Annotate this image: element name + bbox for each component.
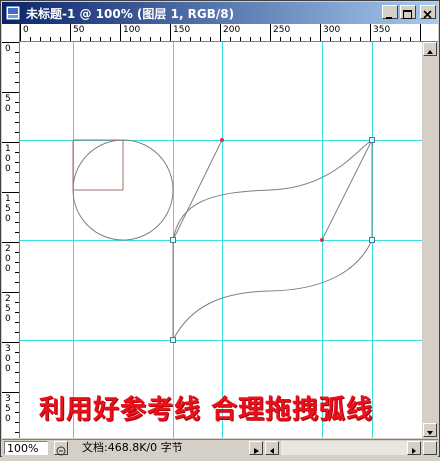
ruler-label: 1 0 0: [5, 144, 11, 174]
horizontal-ruler[interactable]: 0 50 100 150 200 250 300 350: [2, 24, 438, 42]
scroll-right-button[interactable]: [407, 441, 421, 455]
handle-point[interactable]: [320, 238, 324, 242]
minimize-button[interactable]: [382, 5, 398, 19]
ruler-label: 300: [323, 25, 341, 35]
zoom-options-icon: [56, 446, 66, 456]
canvas-artwork: [20, 42, 422, 438]
status-bar: 100% 文档:468.8K/0 字节: [2, 439, 438, 457]
vertical-scrollbar[interactable]: [422, 42, 438, 438]
document-window: 未标题-1 @ 100% (图层 1, RGB/8) 0 50 100 150 200 2…: [0, 0, 440, 457]
scroll-up-icon: [427, 50, 433, 54]
ruler-label: 3 5 0: [5, 394, 11, 424]
vertical-ruler[interactable]: 0 5 0 1 0 0 1 5 0 2 0 0 2 5 0 3 0 0 3 5 0: [2, 24, 20, 443]
handle-point[interactable]: [220, 138, 224, 142]
ruler-label: 50: [73, 25, 85, 35]
document-canvas[interactable]: [20, 42, 422, 438]
status-menu-button[interactable]: [249, 441, 263, 455]
ruler-label: 350: [373, 25, 391, 35]
play-arrow-icon: [254, 448, 259, 454]
scroll-left-button[interactable]: [265, 441, 279, 455]
bezier-handle-line: [172, 139, 223, 241]
scroll-right-icon: [412, 448, 416, 454]
scroll-left-icon: [270, 448, 274, 454]
anchor-point[interactable]: [369, 237, 375, 243]
ruler-label: 2 0 0: [5, 244, 11, 274]
scroll-up-button[interactable]: [423, 42, 437, 56]
close-button[interactable]: [420, 5, 436, 19]
ruler-label: 3 0 0: [5, 344, 11, 374]
ruler-label: 150: [173, 25, 191, 35]
ruler-label: 250: [273, 25, 291, 35]
resize-grip[interactable]: [423, 441, 437, 455]
maximize-button[interactable]: [400, 5, 416, 19]
upper-s-curve[interactable]: [172, 139, 373, 241]
anchor-point[interactable]: [170, 237, 176, 243]
zoom-input[interactable]: 100%: [4, 441, 48, 455]
minimize-icon: [386, 17, 392, 19]
window-title: 未标题-1 @ 100% (图层 1, RGB/8): [26, 7, 235, 21]
maximize-icon: [403, 10, 412, 19]
caption-text: 利用好参考线 合理拖拽弧线: [39, 395, 374, 425]
anchor-point[interactable]: [170, 337, 176, 343]
horizontal-scroll-track[interactable]: [281, 441, 407, 455]
vertical-ruler-ticks: [2, 42, 19, 443]
ruler-label: 200: [223, 25, 241, 35]
title-bar[interactable]: 未标题-1 @ 100% (图层 1, RGB/8): [2, 2, 438, 24]
anchor-point[interactable]: [369, 137, 375, 143]
ruler-label: 5 0: [5, 94, 11, 114]
document-size-info: 文档:468.8K/0 字节: [82, 441, 183, 454]
zoom-options-button[interactable]: [54, 441, 68, 456]
photoshop-doc-icon: [5, 5, 21, 21]
ruler-label: 0: [5, 44, 11, 54]
ruler-label: 1 5 0: [5, 194, 11, 224]
lower-s-curve[interactable]: [172, 239, 373, 341]
bezier-handle-line: [321, 139, 373, 241]
close-icon: [423, 10, 432, 19]
ruler-label: 0: [23, 25, 29, 35]
ruler-label: 100: [123, 25, 141, 35]
scroll-down-icon: [427, 431, 433, 435]
ruler-label: 2 5 0: [5, 294, 11, 324]
scroll-down-button[interactable]: [423, 423, 437, 437]
